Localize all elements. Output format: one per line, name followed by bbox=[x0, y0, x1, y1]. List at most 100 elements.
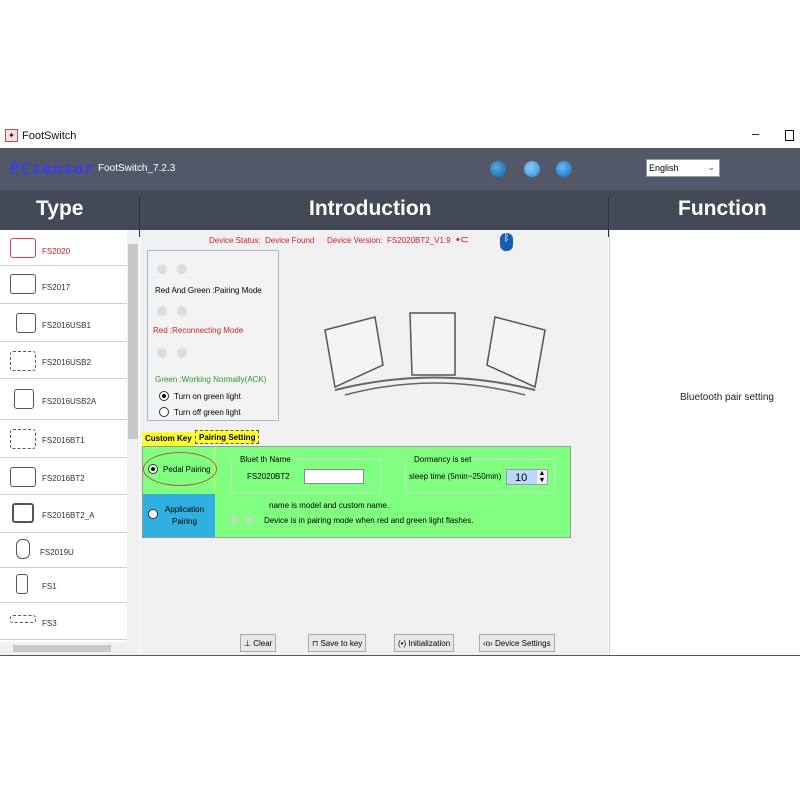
working-mode-text: Green :Working Normally(ACK) bbox=[155, 375, 267, 384]
sidebar-item-label: FS2016USB1 bbox=[42, 321, 91, 330]
reset-icon: (•) bbox=[398, 639, 409, 648]
sidebar-item-fs2016usb2[interactable]: FS2016USB2 bbox=[0, 342, 127, 379]
app-icon: ✦ bbox=[5, 129, 18, 142]
refresh-icon[interactable] bbox=[556, 161, 572, 177]
sidebar-item-fs2016usb2a[interactable]: FS2016USB2A bbox=[0, 379, 127, 420]
application-pairing-radio[interactable] bbox=[148, 509, 158, 519]
sidebar-item-label: FS2016USB2 bbox=[42, 358, 91, 367]
column-headers: Type Introduction Function bbox=[0, 190, 800, 237]
window-bottom-border bbox=[0, 655, 800, 656]
dormancy-title: Dormancy is set bbox=[412, 455, 474, 464]
language-select[interactable]: English ⌄ bbox=[646, 159, 720, 177]
broom-icon: ⊥ bbox=[244, 639, 254, 648]
sidebar-vertical-scrollbar[interactable] bbox=[127, 230, 139, 642]
sidebar-item-fs2020[interactable]: FS2020 bbox=[0, 230, 127, 266]
function-panel: Bluetooth pair setting bbox=[609, 230, 800, 655]
function-description: Bluetooth pair setting bbox=[680, 392, 774, 403]
sidebar-item-fs3[interactable]: FS3 bbox=[0, 603, 127, 640]
led-icon bbox=[158, 307, 166, 315]
sidebar-item-label: FS1 bbox=[42, 582, 57, 591]
led-icon bbox=[178, 307, 186, 315]
turn-on-green-label: Turn on green light bbox=[174, 392, 241, 401]
sidebar-item-fs2016bt1[interactable]: FS2016BT1 bbox=[0, 420, 127, 458]
device-icon bbox=[10, 351, 36, 371]
bluetooth-model: FS2020BT2 bbox=[247, 472, 290, 481]
device-icon bbox=[14, 389, 34, 409]
turn-off-green-radio[interactable] bbox=[159, 407, 169, 417]
logo: PCsensor bbox=[10, 159, 96, 178]
sidebar-item-label: FS2016BT1 bbox=[42, 436, 85, 445]
help-icon[interactable] bbox=[524, 161, 540, 177]
sidebar-item-label: FS2019U bbox=[40, 548, 74, 557]
function-heading: Function bbox=[678, 197, 767, 220]
device-status-label: Device Status: bbox=[209, 236, 261, 245]
initialization-button[interactable]: (•) Initialization bbox=[394, 634, 455, 652]
device-icon bbox=[10, 274, 36, 294]
device-icon bbox=[16, 539, 30, 559]
application-pairing-option[interactable]: Application Pairing bbox=[143, 494, 215, 537]
turn-on-green-radio[interactable] bbox=[159, 391, 169, 401]
pairing-mode-note: Device is in pairing mode when red and g… bbox=[264, 516, 474, 525]
device-icon bbox=[10, 615, 36, 623]
bluetooth-custom-name-input[interactable] bbox=[304, 469, 364, 484]
tab-pairing-setting[interactable]: Pairing Setting bbox=[195, 430, 260, 444]
language-value: English bbox=[649, 163, 679, 173]
introduction-panel: Device Status: Device Found Device Versi… bbox=[140, 230, 608, 655]
sleep-time-label: sleep time (5min~250min) bbox=[409, 472, 502, 481]
clear-button[interactable]: ⊥ Clear bbox=[240, 634, 277, 652]
save-to-key-button[interactable]: ⊓ Save to key bbox=[308, 634, 367, 652]
sidebar-item-fs2016usb1[interactable]: FS2016USB1 bbox=[0, 304, 127, 342]
device-icon bbox=[10, 467, 36, 487]
led-icon bbox=[178, 265, 186, 273]
app-version: FootSwitch_7.2.3 bbox=[98, 163, 176, 174]
scrollbar-thumb[interactable] bbox=[128, 244, 138, 439]
device-settings-label: Device Settings bbox=[495, 639, 551, 648]
spinner-arrows-icon[interactable]: ▲ ▼ bbox=[537, 470, 547, 484]
title-bar: ✦ FootSwitch – bbox=[0, 125, 800, 148]
turn-off-green-label: Turn off green light bbox=[174, 408, 241, 417]
type-heading: Type bbox=[36, 197, 84, 220]
window-title: FootSwitch bbox=[22, 130, 77, 142]
pairing-setting-panel: Pedal Pairing Application Pairing Bluet … bbox=[142, 446, 571, 538]
sidebar-item-fs2016bt2[interactable]: FS2016BT2 bbox=[0, 458, 127, 495]
pedal-pairing-radio[interactable] bbox=[148, 464, 158, 474]
sidebar-item-fs1[interactable]: FS1 bbox=[0, 568, 127, 603]
sidebar-item-fs2017[interactable]: FS2017 bbox=[0, 266, 127, 304]
application-pairing-label: Application Pairing bbox=[164, 505, 205, 526]
reconnecting-mode-text: Red :Reconnecting Mode bbox=[153, 326, 244, 335]
pedal-pairing-option[interactable]: Pedal Pairing bbox=[143, 447, 217, 493]
sidebar-item-label: FS2020 bbox=[42, 247, 71, 256]
device-version-label: Device Version: bbox=[327, 236, 383, 245]
app-header: PCsensor FootSwitch_7.2.3 English ⌄ bbox=[0, 148, 800, 190]
sidebar-item-fs2016bt2a[interactable]: FS2016BT2_A bbox=[0, 495, 127, 533]
sidebar-item-label: FS2016BT2_A bbox=[42, 511, 95, 520]
device-icon bbox=[10, 238, 36, 258]
bluetooth-name-group: Bluet th Name FS2020BT2 bbox=[231, 455, 382, 493]
device-settings-icon: ‹o› bbox=[483, 639, 495, 648]
dormancy-group: Dormancy is set sleep time (5min~250min)… bbox=[405, 455, 555, 493]
sidebar-horizontal-scrollbar[interactable] bbox=[0, 642, 139, 655]
maximize-button[interactable] bbox=[785, 130, 794, 141]
device-type-list: FS2020 FS2017 FS2016USB1 FS2016USB2 FS20… bbox=[0, 230, 127, 642]
tab-custom-key[interactable]: Custom Key bbox=[142, 432, 195, 446]
play-icon[interactable] bbox=[490, 161, 506, 177]
bluetooth-icon: ᛒ bbox=[500, 233, 513, 251]
introduction-heading: Introduction bbox=[309, 197, 432, 220]
device-version-value: FS2020BT2_V1.9 bbox=[387, 236, 451, 245]
chevron-down-icon: ⌄ bbox=[707, 162, 715, 172]
device-settings-button[interactable]: ‹o› Device Settings bbox=[479, 634, 555, 652]
led-icon bbox=[230, 516, 238, 524]
led-icon bbox=[158, 265, 166, 273]
sleep-time-spinner[interactable]: 10 ▲ ▼ bbox=[506, 469, 548, 485]
clear-label: Clear bbox=[253, 639, 273, 648]
sidebar-item-fs2019u[interactable]: FS2019U bbox=[0, 533, 127, 568]
minimize-button[interactable]: – bbox=[752, 126, 759, 141]
device-icon bbox=[16, 574, 28, 594]
sidebar-item-label: FS2016USB2A bbox=[42, 397, 97, 406]
sidebar-item-label: FS2017 bbox=[42, 283, 71, 292]
sleep-time-value: 10 bbox=[515, 472, 528, 484]
pairing-mode-text: Red And Green :Pairing Mode bbox=[155, 286, 262, 295]
scrollbar-thumb[interactable] bbox=[13, 645, 111, 652]
led-icon bbox=[178, 349, 186, 357]
device-icon bbox=[12, 503, 34, 523]
